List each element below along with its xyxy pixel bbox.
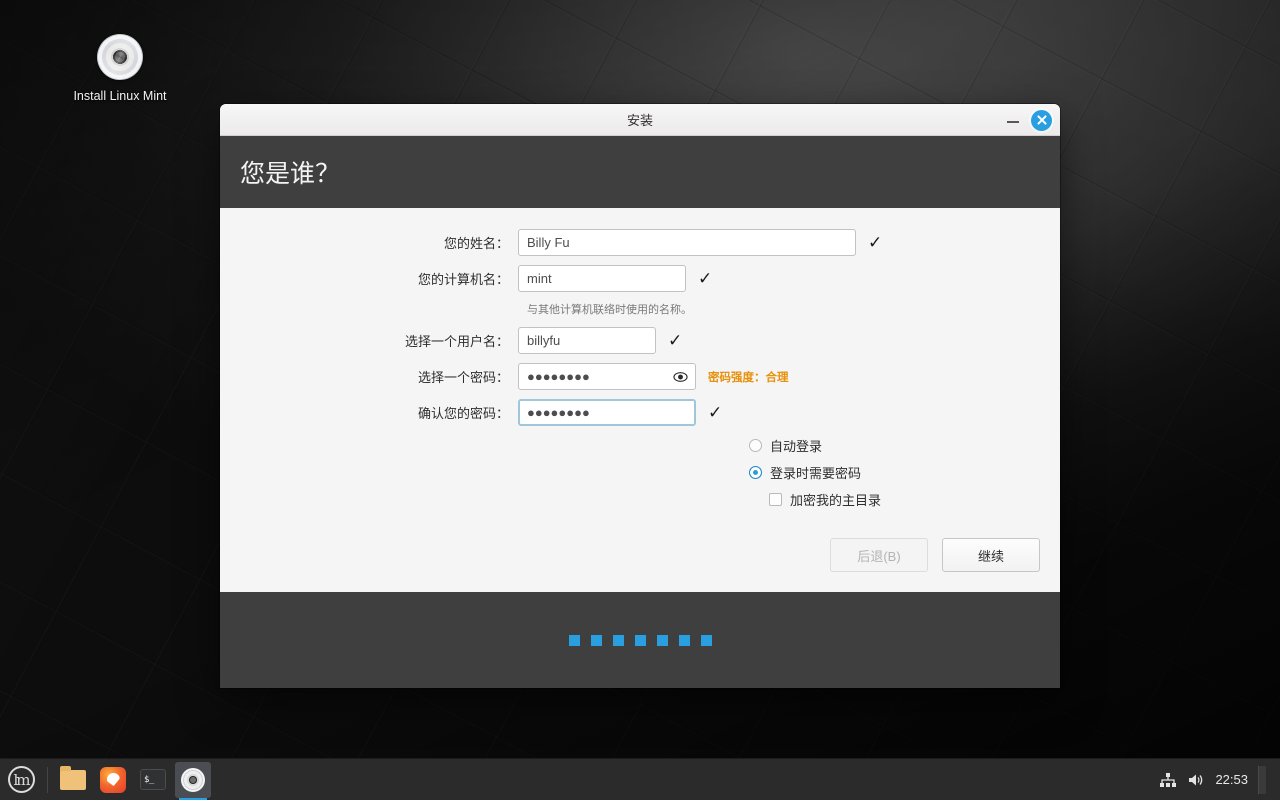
hostname-valid-icon: ✓ (698, 269, 713, 288)
reveal-password-icon[interactable] (673, 369, 688, 384)
username-valid-icon: ✓ (668, 331, 683, 350)
autologin-radio[interactable] (749, 439, 762, 452)
fullname-input[interactable]: Billy Fu (518, 229, 856, 256)
firefox-icon (100, 766, 126, 793)
slideshow-footer (220, 592, 1060, 688)
password-label: 选择一个密码： (417, 370, 509, 385)
field-row-hostname: 您的计算机名： mint ✓ (220, 265, 1060, 292)
desktop-icon-label: Install Linux Mint (73, 89, 167, 103)
password-strength-text: 密码强度：合理 (708, 371, 789, 384)
volume-icon[interactable] (1187, 772, 1205, 788)
launcher-files[interactable] (55, 762, 91, 798)
back-button[interactable]: 后退(B) (830, 538, 928, 572)
username-input[interactable]: billyfu (518, 327, 656, 354)
window-titlebar[interactable]: 安装 (220, 104, 1060, 136)
installer-window[interactable]: 安装 您是谁？ 您的姓名： Billy Fu ✓ 您的计算机名： mint ✓ … (220, 104, 1060, 688)
network-icon[interactable] (1159, 772, 1177, 788)
desktop-icon-install-linux-mint[interactable]: Install Linux Mint (62, 34, 178, 103)
close-icon[interactable] (1031, 109, 1052, 131)
fullname-label: 您的姓名： (443, 236, 509, 251)
require-password-label: 登录时需要密码 (770, 466, 862, 481)
system-tray: 22:53 (1159, 765, 1280, 794)
desktop[interactable]: Install Linux Mint 安装 您是谁？ 您的姓名： Billy F… (0, 0, 1280, 800)
hostname-input[interactable]: mint (518, 265, 686, 292)
taskbar-divider (47, 766, 48, 793)
hostname-label: 您的计算机名： (417, 272, 509, 287)
disc-icon (97, 34, 143, 80)
encrypt-home-checkbox[interactable] (769, 493, 782, 506)
progress-dot[interactable] (656, 634, 668, 646)
show-desktop-button[interactable] (1258, 765, 1266, 794)
login-options: 自动登录 登录时需要密码 加密我的主目录 (220, 436, 1060, 509)
progress-dot[interactable] (634, 634, 646, 646)
autologin-label: 自动登录 (770, 439, 823, 454)
password-input-wrapper: ●●●●●●●● (518, 363, 696, 390)
field-row-password: 选择一个密码： ●●●●●●●● 密码强度：合理 (220, 363, 1060, 390)
launcher-terminal[interactable]: $_ (135, 762, 171, 798)
field-row-fullname: 您的姓名： Billy Fu ✓ (220, 229, 1060, 256)
require-password-radio[interactable] (749, 466, 762, 479)
window-controls (1005, 104, 1052, 136)
dialog-body: 您的姓名： Billy Fu ✓ 您的计算机名： mint ✓ 与其他计算机联络… (220, 208, 1060, 592)
progress-dot[interactable] (678, 634, 690, 646)
launcher-installer[interactable] (175, 761, 211, 800)
confirm-password-input[interactable]: ●●●●●●●● (518, 399, 696, 426)
field-row-confirm-password: 确认您的密码： ●●●●●●●● ✓ (220, 399, 1060, 426)
fullname-valid-icon: ✓ (868, 233, 883, 252)
folder-icon (60, 765, 86, 790)
hostname-hint: 与其他计算机联络时使用的名称。 (527, 304, 692, 316)
taskbar-launchers: $_ (55, 761, 211, 800)
dialog-actions: 后退(B) 继续 (830, 538, 1040, 572)
field-row-username: 选择一个用户名： billyfu ✓ (220, 327, 1060, 354)
dialog-header: 您是谁？ (220, 136, 1060, 208)
launcher-firefox[interactable] (95, 762, 131, 798)
option-encrypt-home[interactable]: 加密我的主目录 (749, 490, 1060, 509)
username-label: 选择一个用户名： (404, 334, 509, 349)
page-title: 您是谁？ (240, 160, 341, 188)
disc-icon (181, 767, 205, 792)
encrypt-home-label: 加密我的主目录 (790, 493, 882, 508)
taskbar[interactable]: lm $_ 22:53 (0, 758, 1280, 800)
mint-menu-icon[interactable]: lm (0, 759, 42, 800)
progress-dot[interactable] (612, 634, 624, 646)
minimize-icon[interactable] (1005, 112, 1021, 128)
confirm-password-valid-icon: ✓ (708, 403, 723, 422)
progress-dot[interactable] (700, 634, 712, 646)
continue-button[interactable]: 继续 (942, 538, 1040, 572)
password-input[interactable]: ●●●●●●●● (518, 363, 696, 390)
mint-logo: lm (7, 766, 35, 793)
window-title: 安装 (626, 113, 653, 128)
progress-dot[interactable] (568, 634, 580, 646)
terminal-icon: $_ (140, 769, 166, 790)
progress-dot[interactable] (590, 634, 602, 646)
option-require-password[interactable]: 登录时需要密码 (749, 463, 1060, 482)
confirm-password-label: 确认您的密码： (417, 406, 509, 421)
option-autologin[interactable]: 自动登录 (749, 436, 1060, 455)
clock[interactable]: 22:53 (1215, 772, 1248, 787)
